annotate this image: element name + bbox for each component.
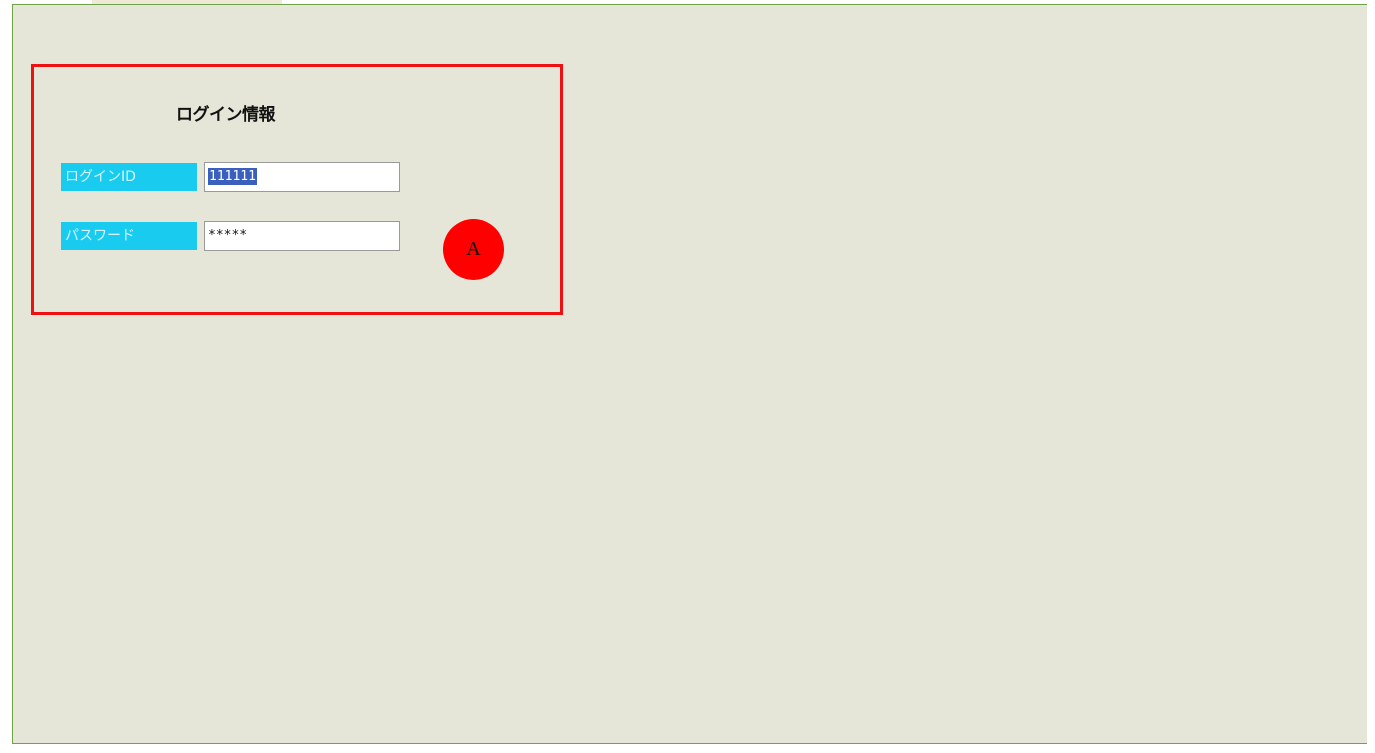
login-id-value: 111111 xyxy=(208,168,257,185)
login-id-label: ログインID xyxy=(61,163,197,191)
login-info-title: ログイン情報 xyxy=(176,105,276,125)
password-input[interactable]: ***** xyxy=(204,221,400,251)
login-id-input[interactable]: 111111 xyxy=(204,162,400,192)
password-label: パスワード xyxy=(61,222,197,250)
annotation-marker-a: A xyxy=(443,219,504,280)
